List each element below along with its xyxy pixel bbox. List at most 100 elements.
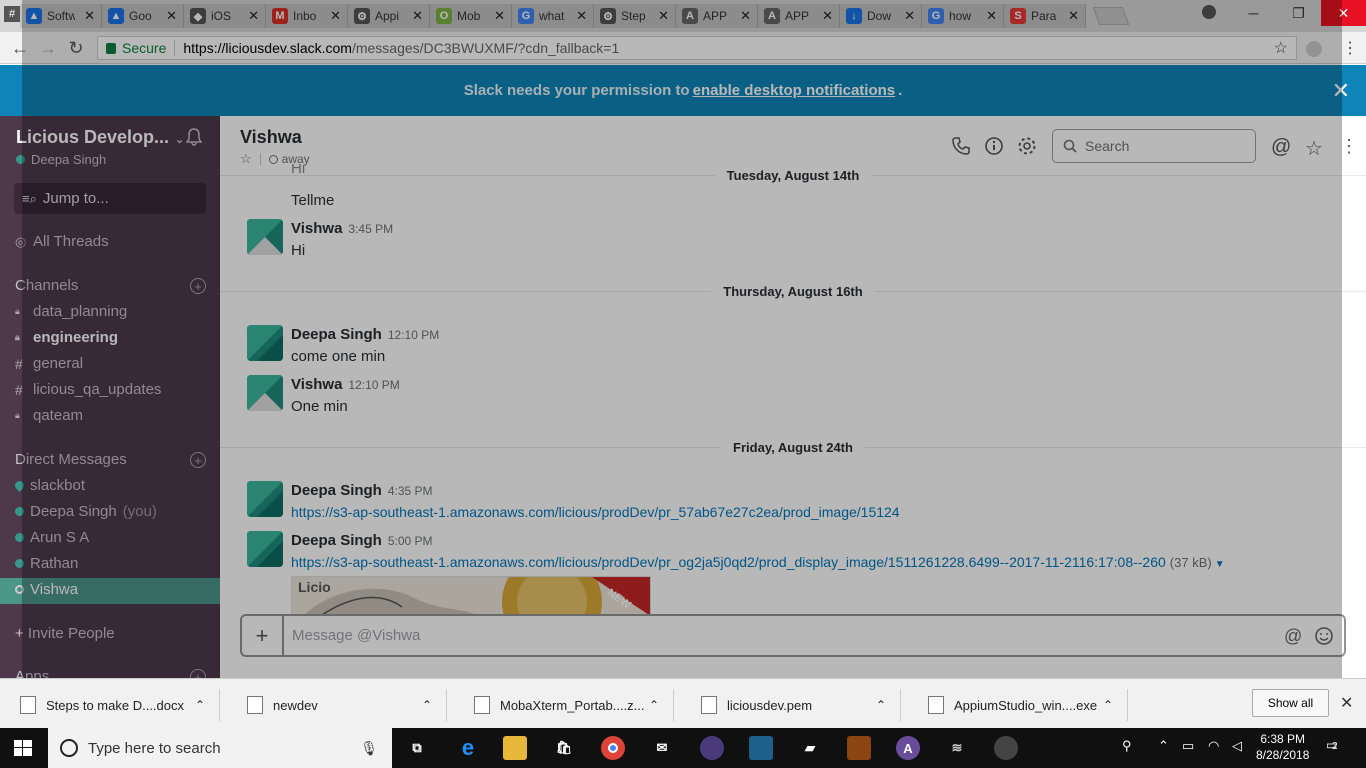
sticky-notes-icon[interactable]: ▰ <box>798 736 822 760</box>
show-all-button[interactable]: Show all <box>1252 689 1329 717</box>
star-outline-icon[interactable]: ☆ <box>1305 136 1325 160</box>
message-author[interactable]: Deepa Singh 12:10 PM <box>291 326 439 343</box>
message-time[interactable]: 3:45 PM <box>348 222 393 236</box>
image-preview[interactable]: Licio NEW <box>291 576 651 614</box>
browser-tab[interactable]: ⚙ Appi ✕ <box>348 4 430 28</box>
more-icon[interactable]: ⋮ <box>1340 136 1358 156</box>
avatar[interactable] <box>247 481 283 517</box>
search-input[interactable]: Search <box>1052 129 1256 163</box>
close-tab-icon[interactable]: ✕ <box>986 8 997 24</box>
battery-icon[interactable]: ▭ <box>1182 738 1194 754</box>
message-link[interactable]: https://s3-ap-southeast-1.amazonaws.com/… <box>291 554 1166 570</box>
mobaxterm-icon[interactable] <box>847 736 871 760</box>
microphone-icon[interactable]: 🎙 <box>360 740 378 757</box>
message-author[interactable]: Deepa Singh 5:00 PM <box>291 532 433 549</box>
close-tab-icon[interactable]: ✕ <box>84 8 95 24</box>
volume-icon[interactable]: ◁ <box>1232 738 1242 754</box>
close-tab-icon[interactable]: ✕ <box>412 8 423 24</box>
avatar[interactable] <box>247 325 283 361</box>
message-author[interactable]: Vishwa 12:10 PM <box>291 376 400 393</box>
message-time[interactable]: 5:00 PM <box>388 534 433 548</box>
browser-tab[interactable]: ↓ Dow ✕ <box>840 4 922 28</box>
close-tab-icon[interactable]: ✕ <box>904 8 915 24</box>
taskbar-search[interactable]: Type here to search 🎙 <box>48 728 392 768</box>
avatar[interactable] <box>247 375 283 411</box>
browser-tab[interactable]: S Para ✕ <box>1004 4 1086 28</box>
minimize-button[interactable]: ─ <box>1231 0 1276 26</box>
chrome-icon[interactable] <box>601 736 625 760</box>
bell-icon[interactable] <box>186 128 202 146</box>
sidebar-item-general[interactable]: # general <box>15 355 210 372</box>
reload-icon[interactable]: ↻ <box>66 38 86 58</box>
people-icon[interactable]: ⚲ <box>1122 738 1132 754</box>
browser-tab[interactable]: ⚙ Step ✕ <box>594 4 676 28</box>
close-tab-icon[interactable]: ✕ <box>1068 8 1079 24</box>
chevron-up-icon[interactable]: ⌃ <box>195 698 205 712</box>
close-window-button[interactable]: ✕ <box>1321 0 1366 26</box>
dm-item-deepa-singh[interactable]: Deepa Singh (you) <box>15 503 210 520</box>
browser-tab[interactable]: A APP ✕ <box>758 4 840 28</box>
store-icon[interactable]: 🛍 <box>552 736 576 760</box>
sidebar-item-licious_qa_updates[interactable]: # licious_qa_updates <box>15 381 210 398</box>
message-time[interactable]: 12:10 PM <box>388 328 439 342</box>
message-link[interactable]: https://s3-ap-southeast-1.amazonaws.com/… <box>291 504 900 520</box>
info-icon[interactable] <box>984 136 1004 156</box>
browser-tab[interactable]: ▲ Softw ✕ <box>20 4 102 28</box>
channel-title[interactable]: Vishwa <box>240 127 302 148</box>
channels-header[interactable]: Channels <box>15 277 78 294</box>
enable-notifications-link[interactable]: enable desktop notifications <box>693 82 896 99</box>
edge-icon[interactable]: e <box>456 735 480 760</box>
windows-start-icon[interactable] <box>14 740 32 756</box>
profile-icon[interactable] <box>1202 5 1216 19</box>
sidebar-item-data_planning[interactable]: 🔒︎ data_planning <box>15 303 210 320</box>
close-tab-icon[interactable]: ✕ <box>740 8 751 24</box>
all-threads-item[interactable]: ◎ All Threads <box>15 233 210 250</box>
avatar[interactable] <box>247 531 283 567</box>
file-explorer-icon[interactable] <box>503 736 527 760</box>
emoji-icon[interactable] <box>1314 626 1334 646</box>
close-tab-icon[interactable]: ✕ <box>166 8 177 24</box>
close-download-bar-icon[interactable]: ✕ <box>1340 693 1353 713</box>
browser-tab[interactable]: Gwhat ✕ <box>512 4 594 28</box>
phone-icon[interactable] <box>951 136 971 156</box>
eclipse-icon[interactable] <box>700 736 724 760</box>
mentions-icon[interactable]: @ <box>1271 136 1291 158</box>
dm-item-rathan[interactable]: Rathan <box>15 555 210 572</box>
message-time[interactable]: 12:10 PM <box>348 378 399 392</box>
browser-tab[interactable]: O Mob ✕ <box>430 4 512 28</box>
chevron-up-icon[interactable]: ⌃ <box>422 698 432 712</box>
task-view-icon[interactable]: ⧉ <box>405 736 429 760</box>
workspace-name[interactable]: Licious Develop... ⌄ <box>16 127 184 148</box>
url-field[interactable]: Secure https://liciousdev.slack.com/mess… <box>97 36 1297 60</box>
add-dm-icon[interactable]: + <box>190 452 206 468</box>
browser-tab[interactable]: Ghow ✕ <box>922 4 1004 28</box>
download-item[interactable]: MobaXterm_Portab....z... ⌃ <box>454 689 674 721</box>
back-icon[interactable]: ← <box>10 38 30 58</box>
dm-item-arun-s-a[interactable]: Arun S A <box>15 529 210 546</box>
chevron-up-icon[interactable]: ⌃ <box>1158 738 1169 754</box>
attach-button[interactable]: + <box>242 616 284 655</box>
add-app-icon[interactable]: + <box>190 669 206 678</box>
appium-icon[interactable]: ≋ <box>945 736 969 760</box>
close-tab-icon[interactable]: ✕ <box>248 8 259 24</box>
dm-header[interactable]: Direct Messages <box>15 451 127 468</box>
chrome-alt-icon[interactable] <box>994 736 1018 760</box>
close-tab-icon[interactable]: ✕ <box>658 8 669 24</box>
chevron-up-icon[interactable]: ⌃ <box>876 698 886 712</box>
message-time[interactable]: 4:35 PM <box>388 484 433 498</box>
invite-people-item[interactable]: + Invite People <box>15 625 210 642</box>
message-input[interactable]: Message @Vishwa <box>284 627 1284 644</box>
download-item[interactable]: newdev ⌃ <box>227 689 447 721</box>
browser-tab[interactable]: A APP ✕ <box>676 4 758 28</box>
dm-item-slackbot[interactable]: slackbot <box>13 477 210 494</box>
dm-item-vishwa[interactable]: Vishwa <box>15 581 210 598</box>
mysql-workbench-icon[interactable] <box>749 736 773 760</box>
extension-icon[interactable] <box>1306 41 1322 57</box>
close-tab-icon[interactable]: ✕ <box>576 8 587 24</box>
close-icon[interactable]: ✕ <box>1332 78 1350 104</box>
close-tab-icon[interactable]: ✕ <box>494 8 505 24</box>
menu-icon[interactable]: # <box>4 6 20 22</box>
android-studio-icon[interactable]: A <box>896 736 920 760</box>
add-channel-icon[interactable]: + <box>190 278 206 294</box>
action-center-icon[interactable]: ▭ 2 <box>1326 738 1346 758</box>
